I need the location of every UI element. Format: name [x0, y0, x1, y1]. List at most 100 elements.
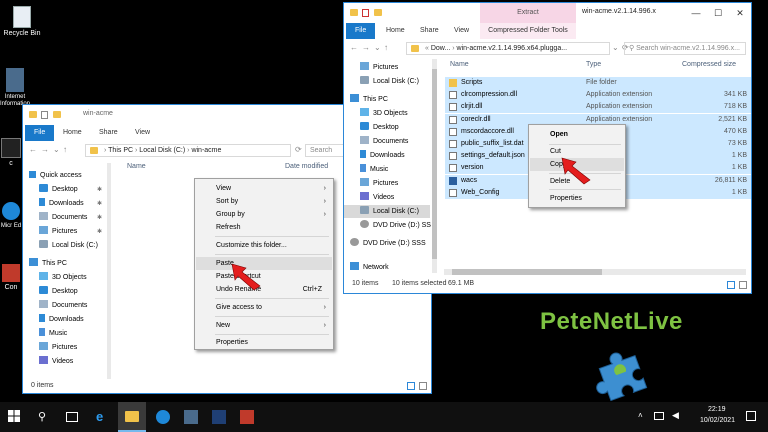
column-header-name[interactable]: Name	[450, 61, 469, 68]
nav-downloads[interactable]: Downloads	[360, 149, 405, 162]
nav-downloads-2[interactable]: Downloads	[39, 313, 84, 326]
network-tray-icon[interactable]	[654, 412, 664, 420]
nav-quick-access[interactable]: Quick access	[29, 169, 82, 182]
notification-icon[interactable]	[746, 411, 756, 421]
nav-this-pc[interactable]: This PC	[29, 257, 67, 270]
nav-dvd-drive-2[interactable]: DVD Drive (D:) SSS	[350, 237, 426, 250]
recent-chevron-icon[interactable]: ⌄	[53, 145, 60, 154]
desktop-icon-iis[interactable]: Internet Information	[0, 68, 30, 108]
file-row[interactable]: clrjit.dll Application extension 718 KB	[445, 101, 751, 114]
file-explorer-taskbar-button[interactable]	[118, 402, 146, 432]
details-view-icon[interactable]	[407, 382, 415, 390]
menu-item-new[interactable]: New ›	[196, 319, 332, 332]
nav-3d-objects[interactable]: 3D Objects	[360, 107, 408, 120]
nav-this-pc[interactable]: This PC	[350, 93, 388, 106]
nav-scrollbar-thumb[interactable]	[432, 69, 437, 259]
nav-videos[interactable]: Videos	[39, 355, 73, 368]
nav-local-disk-selected[interactable]: Local Disk (C:)	[344, 205, 430, 218]
nav-music[interactable]: Music	[360, 163, 388, 176]
new-folder-icon[interactable]	[374, 9, 382, 16]
menu-item-undo-rename[interactable]: Undo Rename Ctrl+Z	[196, 283, 332, 296]
new-folder-icon[interactable]	[53, 111, 61, 118]
nav-documents[interactable]: Documents	[360, 135, 408, 148]
desktop-icon-recycle-bin[interactable]: Recycle Bin	[0, 6, 44, 37]
menu-item-refresh[interactable]: Refresh	[196, 221, 332, 234]
up-arrow-icon[interactable]: ↑	[63, 145, 67, 154]
system-tray-chevron-icon[interactable]: ˄	[638, 411, 643, 420]
windows-start-icon[interactable]	[8, 410, 20, 422]
menu-item-paste-shortcut[interactable]: Paste shortcut	[196, 270, 332, 283]
title-bar[interactable]: Extract win-acme.v2.1.14.996.x — ☐ ✕	[344, 3, 751, 23]
nav-3d-objects[interactable]: 3D Objects	[39, 271, 87, 284]
search-input[interactable]: ⚲ Search win-acme.v2.1.14.996.x...	[624, 42, 746, 55]
tab-share[interactable]: Share	[414, 23, 445, 39]
column-header-compressed-size[interactable]: Compressed size	[682, 61, 736, 68]
desktop-icon-control-panel[interactable]: Con	[0, 264, 22, 291]
clock-date[interactable]: 10/02/2021	[700, 417, 735, 424]
breadcrumb-this-pc[interactable]: This PC	[108, 147, 133, 154]
nav-desktop[interactable]: Desktop	[360, 121, 399, 134]
address-bar[interactable]: « Dow... › win-acme.v2.1.14.996.x64.plug…	[406, 42, 610, 55]
horizontal-scrollbar-thumb[interactable]	[452, 269, 602, 275]
breadcrumb-local-disk[interactable]: Local Disk (C:)	[139, 147, 185, 154]
forward-arrow-icon[interactable]: →	[362, 43, 370, 52]
menu-item-properties[interactable]: Properties	[196, 336, 332, 349]
nav-videos[interactable]: Videos	[360, 191, 394, 204]
tab-share[interactable]: Share	[93, 125, 124, 141]
clock-time[interactable]: 22:19	[708, 406, 726, 413]
properties-icon[interactable]	[41, 111, 48, 119]
properties-icon[interactable]	[362, 9, 369, 17]
close-button[interactable]: ✕	[728, 3, 751, 23]
tab-view[interactable]: View	[129, 125, 156, 141]
tab-file[interactable]: File	[25, 125, 55, 141]
nav-documents-2[interactable]: Documents	[39, 299, 87, 312]
tab-home[interactable]: Home	[57, 125, 88, 141]
nav-pictures-2[interactable]: Pictures	[360, 177, 398, 190]
breadcrumb-win-acme[interactable]: win-acme	[191, 147, 221, 154]
menu-item-sort-by[interactable]: Sort by ›	[196, 195, 332, 208]
up-arrow-icon[interactable]: ↑	[384, 43, 388, 52]
menu-item-customize-folder[interactable]: Customize this folder...	[196, 239, 332, 252]
edge-icon[interactable]	[156, 410, 170, 424]
nav-scrollbar[interactable]	[107, 163, 111, 379]
menu-item-give-access[interactable]: Give access to ›	[196, 301, 332, 314]
nav-pictures[interactable]: Pictures	[360, 61, 398, 74]
powershell-icon[interactable]	[212, 410, 226, 424]
nav-local-disk[interactable]: Local Disk (C:)	[39, 239, 98, 252]
menu-item-properties[interactable]: Properties	[530, 192, 624, 205]
menu-item-view[interactable]: View ›	[196, 182, 332, 195]
nav-desktop[interactable]: Desktop	[39, 183, 78, 196]
server-manager-icon[interactable]	[184, 410, 198, 424]
desktop-icon-cmd[interactable]: c	[0, 138, 22, 167]
address-bar[interactable]: › This PC › Local Disk (C:) › win-acme	[85, 144, 291, 157]
nav-local-disk[interactable]: Local Disk (C:)	[360, 75, 419, 88]
recent-chevron-icon[interactable]: ⌄	[374, 43, 381, 52]
nav-dvd-drive[interactable]: DVD Drive (D:) SS	[360, 219, 431, 232]
internet-explorer-icon[interactable]: e	[96, 410, 110, 424]
tab-compressed-folder-tools[interactable]: Compressed Folder Tools	[480, 23, 576, 39]
details-view-icon[interactable]	[727, 281, 735, 289]
file-row[interactable]: Scripts File folder	[445, 77, 751, 89]
task-view-icon[interactable]	[66, 412, 78, 422]
tab-view[interactable]: View	[448, 23, 475, 39]
forward-arrow-icon[interactable]: →	[41, 145, 49, 154]
refresh-icon[interactable]: ⟳	[295, 145, 302, 154]
minimize-button[interactable]: —	[684, 3, 708, 23]
extract-context-tab[interactable]: Extract	[480, 3, 576, 23]
large-icons-view-icon[interactable]	[419, 382, 427, 390]
tab-file[interactable]: File	[346, 23, 376, 39]
nav-desktop-2[interactable]: Desktop	[39, 285, 78, 298]
breadcrumb-downloads[interactable]: Dow...	[431, 45, 450, 52]
file-row[interactable]: clrcompression.dll Application extension 3…	[445, 89, 751, 102]
tab-home[interactable]: Home	[380, 23, 411, 39]
app-icon[interactable]	[240, 410, 254, 424]
nav-network[interactable]: Network	[350, 261, 389, 274]
nav-documents[interactable]: Documents	[39, 211, 87, 224]
search-icon[interactable]: ⚲	[38, 410, 52, 424]
nav-music[interactable]: Music	[39, 327, 67, 340]
dropdown-chevron-icon[interactable]: ⌄	[612, 43, 619, 52]
menu-item-group-by[interactable]: Group by ›	[196, 208, 332, 221]
nav-pictures-2[interactable]: Pictures	[39, 341, 77, 354]
desktop-icon-edge[interactable]: Micr Ed	[0, 202, 22, 229]
nav-scrollbar[interactable]	[432, 59, 437, 273]
